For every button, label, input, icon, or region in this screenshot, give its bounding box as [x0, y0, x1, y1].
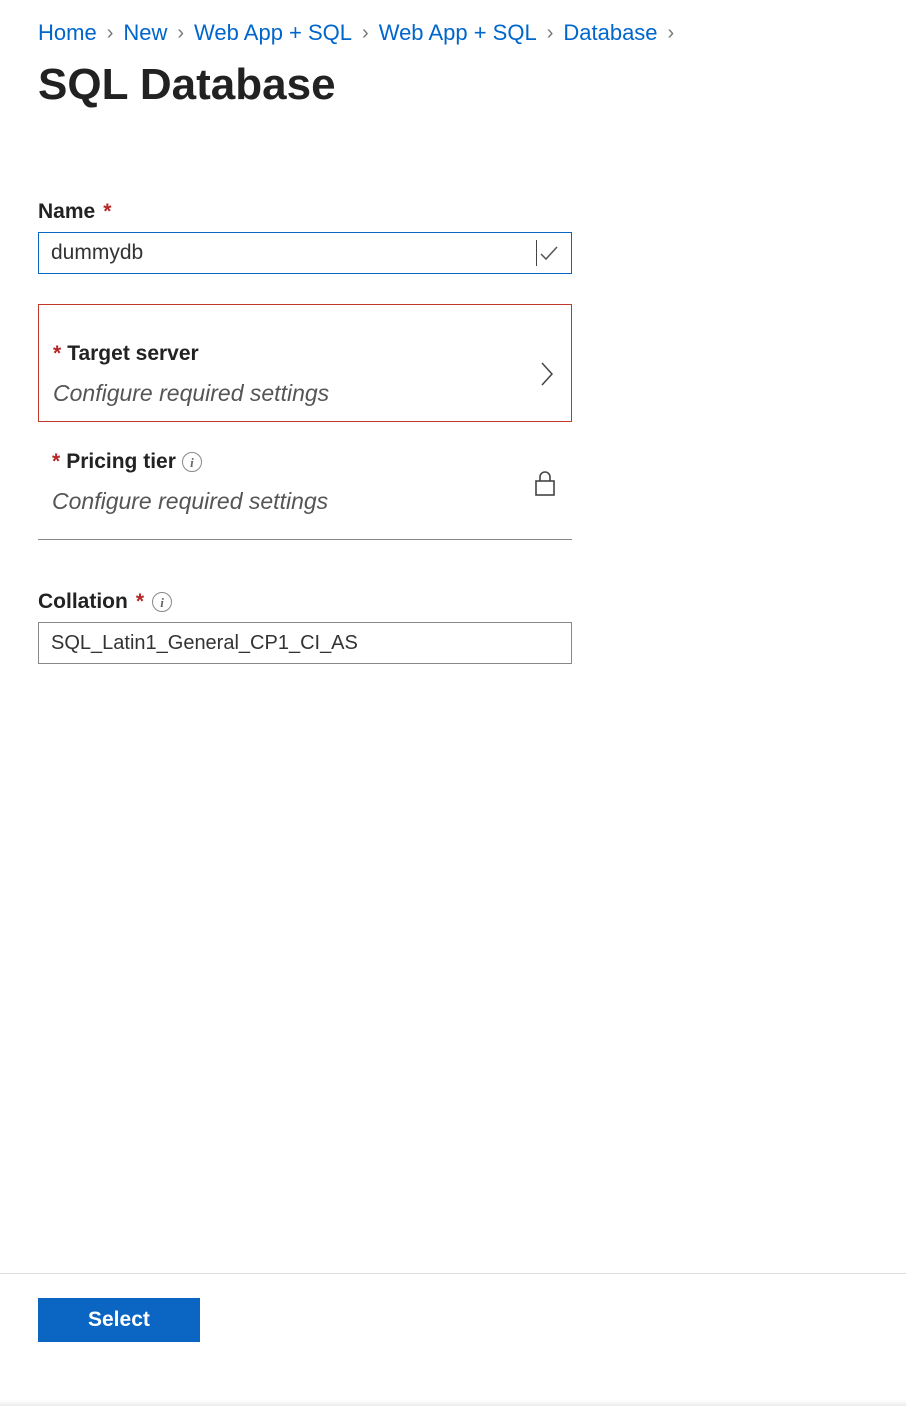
required-asterisk: *: [136, 590, 144, 614]
name-field: Name *: [38, 200, 572, 274]
chevron-right-icon: ›: [668, 23, 675, 43]
target-server-placeholder: Configure required settings: [53, 380, 329, 407]
collation-label: Collation * i: [38, 590, 572, 614]
bottom-shadow: [0, 1400, 906, 1406]
breadcrumb-new[interactable]: New: [123, 20, 167, 46]
breadcrumb: Home › New › Web App + SQL › Web App + S…: [38, 20, 868, 46]
collation-label-text: Collation: [38, 590, 128, 614]
name-label-text: Name: [38, 200, 95, 224]
info-icon[interactable]: i: [152, 592, 172, 612]
name-input[interactable]: [49, 240, 538, 266]
select-button[interactable]: Select: [38, 1298, 200, 1342]
footer-bar: Select: [0, 1273, 906, 1342]
chevron-right-icon: ›: [362, 23, 369, 43]
collation-field: Collation * i: [38, 590, 572, 664]
collation-input-wrap[interactable]: [38, 622, 572, 664]
required-asterisk: *: [53, 342, 61, 366]
required-asterisk: *: [52, 450, 60, 474]
breadcrumb-webapp-sql-1[interactable]: Web App + SQL: [194, 20, 352, 46]
collation-input[interactable]: [49, 631, 561, 656]
target-server-label: Target server: [67, 342, 199, 366]
chevron-right-icon: ›: [107, 23, 114, 43]
chevron-right-icon: ›: [177, 23, 184, 43]
name-label: Name *: [38, 200, 572, 224]
chevron-right-icon: ›: [547, 23, 554, 43]
breadcrumb-database[interactable]: Database: [563, 20, 657, 46]
breadcrumb-home[interactable]: Home: [38, 20, 97, 46]
lock-icon: [532, 468, 558, 498]
required-asterisk: *: [103, 200, 111, 224]
checkmark-icon: [537, 241, 561, 265]
pricing-tier-placeholder: Configure required settings: [52, 488, 328, 515]
name-input-wrap[interactable]: [38, 232, 572, 274]
pricing-tier-selector[interactable]: * Pricing tier i Configure required sett…: [38, 422, 572, 540]
info-icon[interactable]: i: [182, 452, 202, 472]
pricing-tier-label: Pricing tier: [66, 450, 176, 474]
chevron-right-icon: [537, 359, 557, 389]
target-server-selector[interactable]: * Target server Configure required setti…: [38, 304, 572, 422]
breadcrumb-webapp-sql-2[interactable]: Web App + SQL: [379, 20, 537, 46]
page-title: SQL Database: [38, 60, 868, 110]
